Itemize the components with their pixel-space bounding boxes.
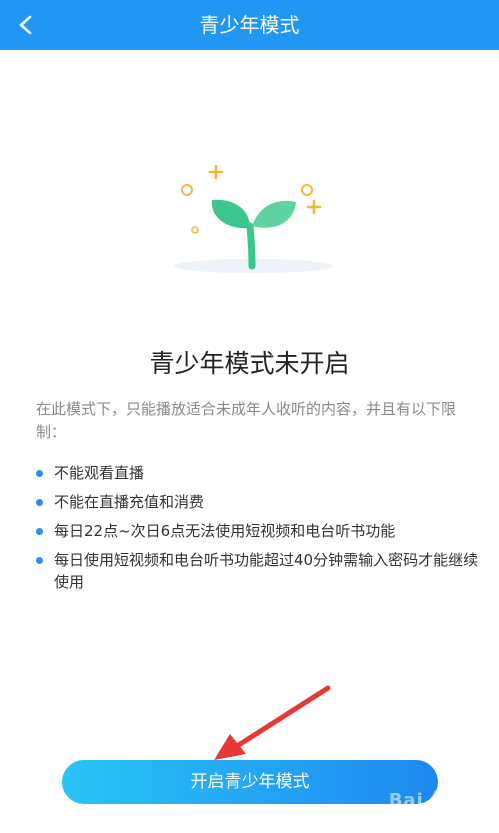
restriction-item: 不能观看直播 <box>36 462 481 484</box>
intro-text: 在此模式下，只能播放适合未成年人收听的内容，并且有以下限制： <box>36 400 457 441</box>
pointer-arrow-icon <box>214 685 331 760</box>
status-heading: 青少年模式未开启 <box>149 349 350 378</box>
teen-mode-page: 青少年模式 青少年模式未开启 在此模式下，只能播放适合未成年人收听的内容，并且有… <box>0 0 499 833</box>
top-bar: 青少年模式 <box>0 0 499 50</box>
watermark-logo: Bai 经验 <box>388 790 469 811</box>
enable-teen-mode-button[interactable]: 开启青少年模式 <box>62 760 438 804</box>
page-title: 青少年模式 <box>199 13 300 37</box>
restriction-item: 每日使用短视频和电台听书功能超过40分钟需输入密码才能继续使用 <box>36 549 481 593</box>
sprout-icon <box>173 164 333 273</box>
restriction-list: 不能观看直播 不能在直播充值和消费 每日22点~次日6点无法使用短视频和电台听书… <box>36 462 481 600</box>
restriction-item: 每日22点~次日6点无法使用短视频和电台听书功能 <box>36 520 481 542</box>
restriction-item: 不能在直播充值和消费 <box>36 491 481 513</box>
